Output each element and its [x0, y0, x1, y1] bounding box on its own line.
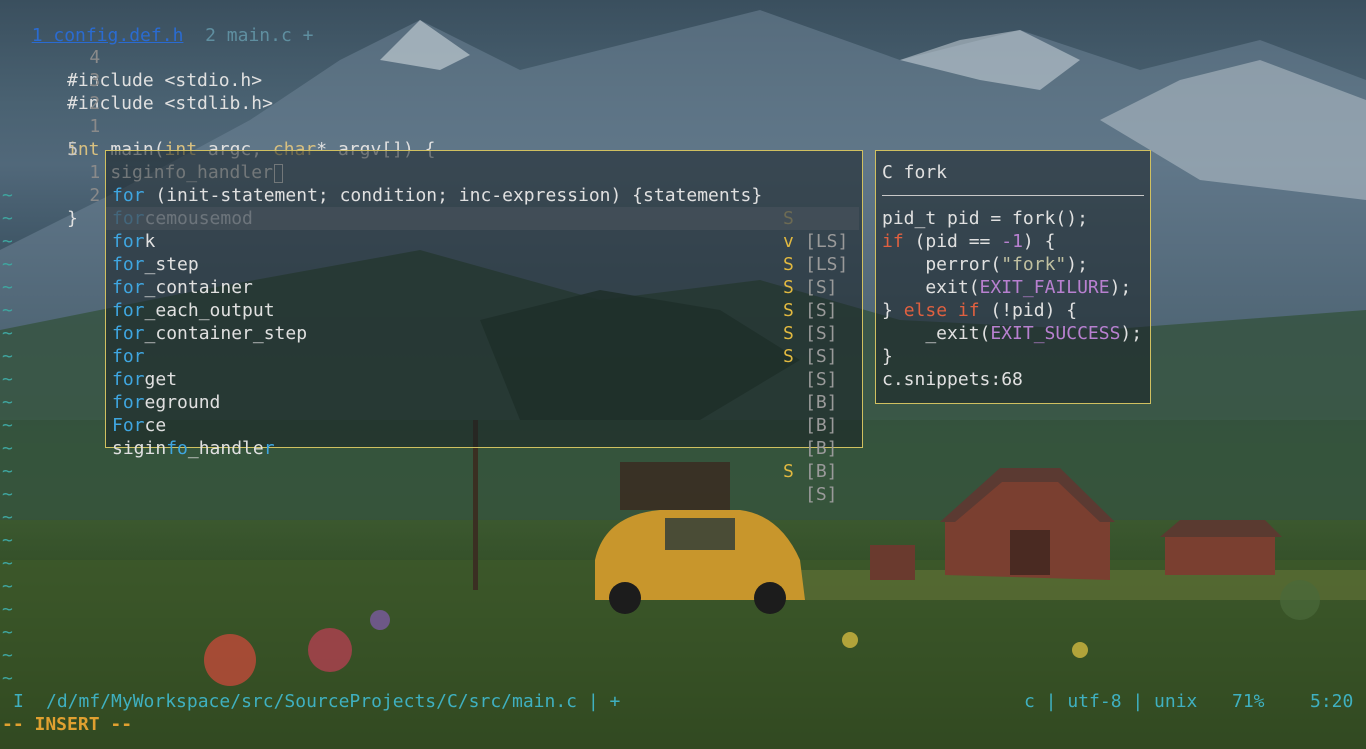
preview-code-line: } — [882, 346, 893, 367]
code-line: 2 — [46, 69, 100, 114]
empty-line-tilde: ~ — [2, 277, 13, 298]
empty-line-tilde: ~ — [2, 530, 13, 551]
completion-item[interactable]: forget [B] — [106, 345, 859, 436]
line-number: 2 — [89, 185, 101, 206]
empty-line-tilde: ~ — [2, 576, 13, 597]
line-number: 1 — [89, 116, 101, 137]
empty-line-tilde: ~ — [2, 346, 13, 367]
completion-item[interactable]: for_container S [S] — [106, 253, 859, 344]
empty-line-tilde: ~ — [2, 415, 13, 436]
preview-code-line: if (pid == -1) { — [882, 231, 1056, 252]
empty-line-tilde: ~ — [2, 599, 13, 620]
empty-line-tilde: ~ — [2, 507, 13, 528]
empty-line-tilde: ~ — [2, 392, 13, 413]
empty-line-tilde: ~ — [2, 208, 13, 229]
empty-line-tilde: ~ — [2, 438, 13, 459]
statusline-position: 5:20 — [1310, 691, 1354, 712]
preview-code-line: perror("fork"); — [882, 254, 1088, 275]
empty-line-tilde: ~ — [2, 185, 13, 206]
empty-line-tilde: ~ — [2, 553, 13, 574]
line-text: } — [67, 208, 78, 229]
empty-line-tilde: ~ — [2, 231, 13, 252]
preview-title: C fork — [882, 162, 948, 183]
empty-line-tilde: ~ — [2, 461, 13, 482]
preview-code-line: _exit(EXIT_SUCCESS); — [882, 323, 1143, 344]
completion-item[interactable]: foreground [B] — [106, 368, 859, 459]
preview-code-line: exit(EXIT_FAILURE); — [882, 277, 1132, 298]
empty-line-tilde: ~ — [2, 369, 13, 390]
tab-main-c[interactable]: 2 main.c + — [205, 25, 313, 46]
code-line: 3 #include <stdlib.h> — [46, 46, 273, 114]
empty-line-tilde: ~ — [2, 668, 13, 689]
completion-item[interactable]: for [B] — [106, 322, 859, 413]
empty-line-tilde: ~ — [2, 645, 13, 666]
completion-item[interactable]: siginfo_handler S [S] — [106, 414, 859, 505]
completion-menu[interactable]: for (init-statement; condition; inc-expr… — [105, 150, 863, 505]
completion-item[interactable]: for_container_step S [S] — [106, 299, 859, 390]
empty-line-tilde: ~ — [2, 300, 13, 321]
preview-code-line: pid_t pid = fork(); — [882, 208, 1088, 229]
statusline-percent: 71% — [1232, 691, 1265, 712]
code-line: 2 } — [46, 161, 100, 229]
statusline-mode: I — [13, 691, 24, 712]
preview-code-line: } else if (!pid) { — [882, 300, 1078, 321]
code-line-current: 5 siginfo_handler — [24, 115, 283, 183]
preview-source: c.snippets:68 — [882, 369, 1023, 390]
completion-item[interactable]: Force [B] — [106, 391, 859, 482]
completion-item[interactable]: for_step S [S] — [106, 230, 859, 321]
empty-line-tilde: ~ — [2, 622, 13, 643]
code-line: 1 int main(int argc, char* argv[]) { — [46, 92, 436, 160]
statusline-filetype: c | utf-8 | unix — [1024, 691, 1198, 712]
empty-line-tilde: ~ — [2, 484, 13, 505]
snippet-preview: C fork pid_t pid = fork(); if (pid == -1… — [875, 150, 1151, 404]
completion-item[interactable]: forcemousemod v [LS] — [106, 184, 859, 275]
statusline-path: /d/mf/MyWorkspace/src/SourceProjects/C/s… — [46, 691, 621, 712]
completion-source: [B] — [805, 438, 838, 459]
code-line: 4 #include <stdio.h> — [46, 23, 262, 91]
completion-item-selected[interactable]: fork S [S] — [106, 207, 859, 298]
completion-source: [S] — [805, 484, 838, 505]
empty-line-tilde: ~ — [2, 254, 13, 275]
code-line: 1 — [46, 138, 100, 183]
completion-source: [B] — [805, 461, 838, 482]
completion-item[interactable]: for (init-statement; condition; inc-expr… — [106, 161, 859, 252]
completion-item[interactable]: for_each_output S [S] — [106, 276, 859, 367]
tabline: 1 config.def.h 2 main.c + — [10, 1, 314, 46]
empty-line-tilde: ~ — [2, 323, 13, 344]
preview-divider — [882, 195, 1144, 196]
completion-kind: S — [783, 461, 794, 482]
insert-mode-indicator: -- INSERT -- — [2, 714, 133, 735]
